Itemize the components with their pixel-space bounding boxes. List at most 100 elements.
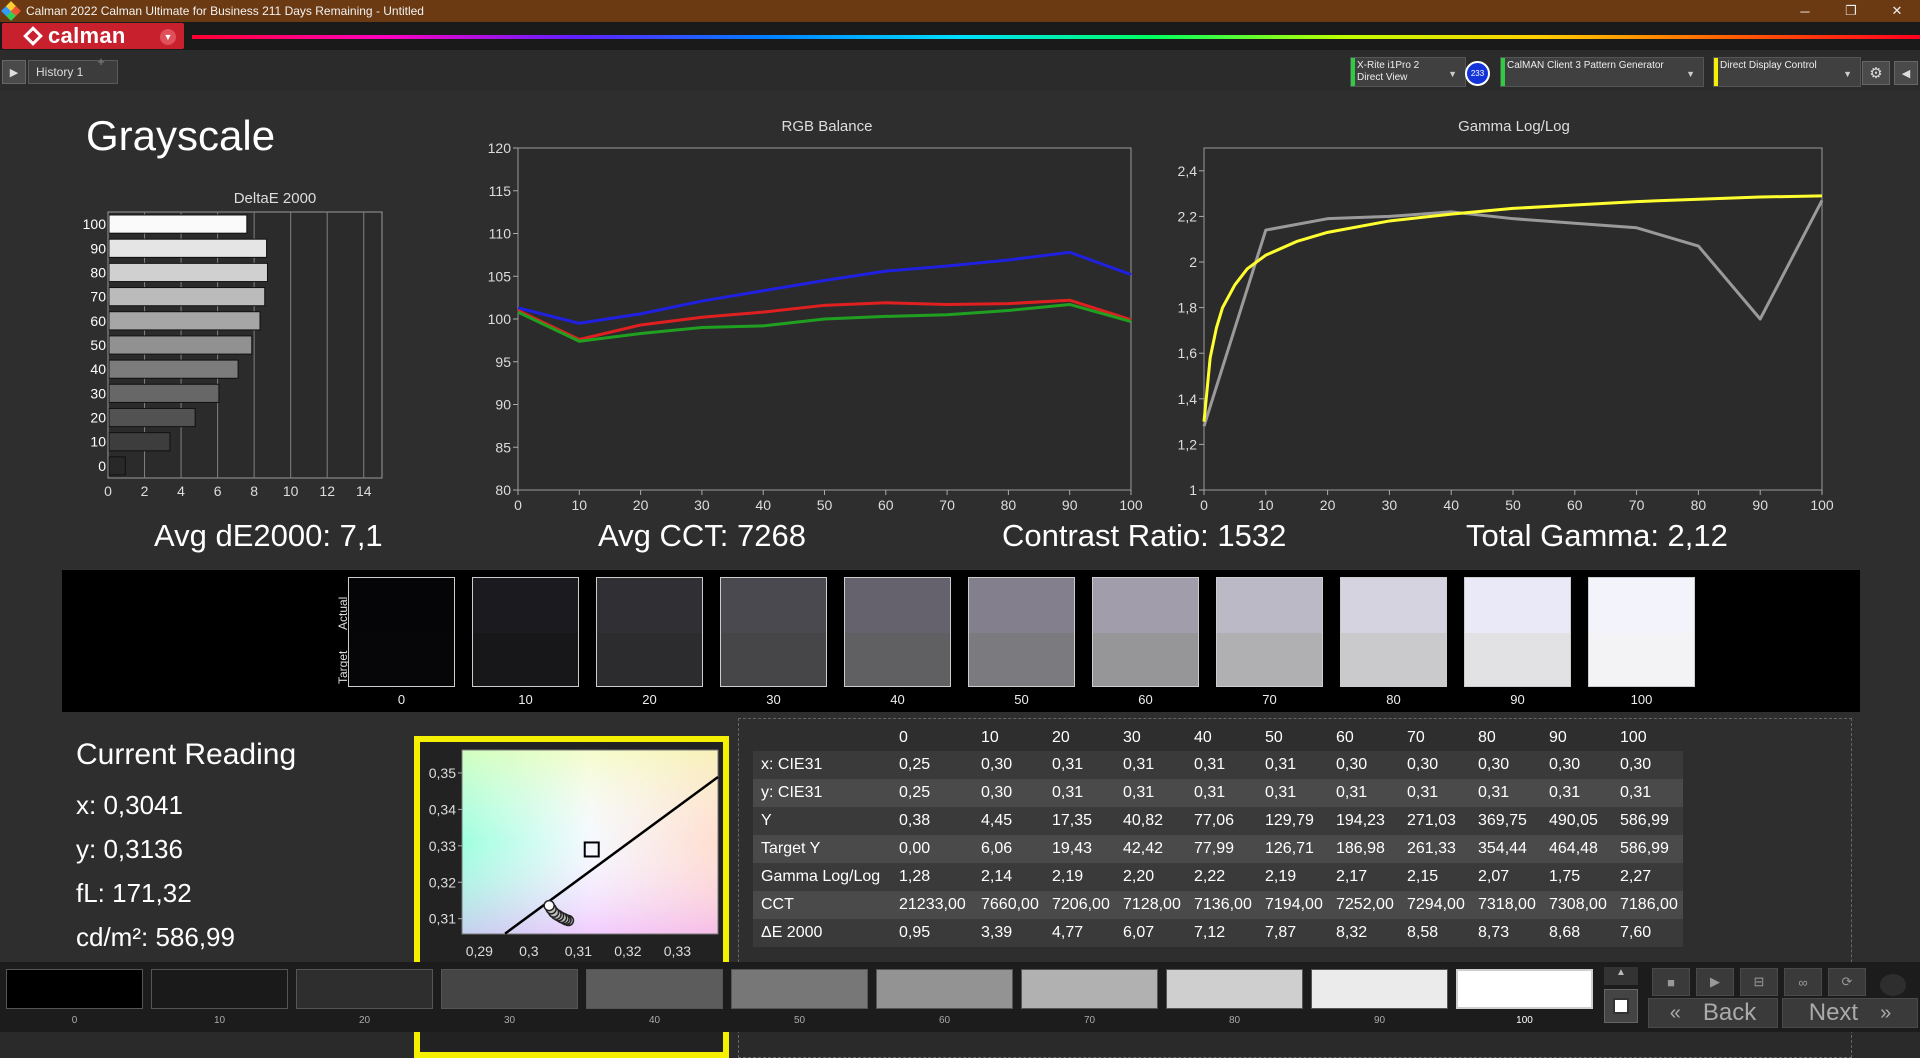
swatch-target	[597, 633, 702, 686]
gamma-x-tick: 60	[1567, 497, 1583, 510]
gamma-y-tick: 1,4	[1178, 391, 1198, 407]
table-cell: 7186,00	[1612, 891, 1683, 919]
table-cell: 0,38	[891, 807, 973, 835]
table-row: x: CIE31 0,25 0,30 0,31 0,31 0,31 0,31 0,30 0,30…	[753, 751, 1683, 779]
next-button[interactable]: Next »	[1782, 998, 1918, 1028]
patch-button[interactable]	[1021, 969, 1158, 1009]
gamma-summary: Total Gamma: 2,12	[1466, 518, 1728, 553]
table-row: Y 0,38 4,45 17,35 40,82 77,06 129,79 194,23 271,…	[753, 807, 1683, 835]
swatch-label: 60	[1138, 692, 1153, 707]
table-cell: 1,75	[1541, 863, 1612, 891]
table-cell: y: CIE31	[753, 779, 891, 807]
close-button[interactable]: ✕	[1874, 0, 1920, 22]
pattern-generator-selector[interactable]: CalMAN Client 3 Pattern Generator ▼	[1500, 57, 1704, 87]
deltae-bar	[108, 359, 239, 379]
save-icon[interactable]: ⊟	[1740, 968, 1778, 996]
swatch-label: 30	[766, 692, 781, 707]
rgb-x-tick: 10	[572, 497, 588, 510]
patch-button[interactable]	[151, 969, 288, 1009]
patch-button[interactable]	[876, 969, 1013, 1009]
gamma-chart: 0 10 20 30 40 50 60 70 80 90 100 1 1,2 1,4 1,6 1,8 2 2,2 2…	[1178, 147, 1834, 510]
back-button[interactable]: « Back	[1648, 998, 1778, 1028]
app-logo-icon	[1, 1, 21, 21]
swatch-target	[845, 633, 950, 686]
table-column-header: 40	[1194, 729, 1212, 746]
swatch-target	[473, 633, 578, 686]
deltae-x-tick: 8	[250, 483, 258, 499]
refresh-icon[interactable]: ⟳	[1828, 968, 1866, 996]
patch-button[interactable]	[1456, 969, 1593, 1009]
table-cell: 0,25	[891, 751, 973, 779]
pattern-generator-name: CalMAN Client 3 Pattern Generator	[1507, 60, 1664, 71]
collapse-panel-icon[interactable]: ◀	[1894, 61, 1918, 85]
loop-icon[interactable]: ∞	[1784, 968, 1822, 996]
table-cell: 7,87	[1257, 919, 1328, 947]
stop-button[interactable]	[1604, 989, 1638, 1023]
deltae-bar	[108, 214, 248, 234]
patch-button[interactable]	[731, 969, 868, 1009]
maximize-button[interactable]: ❐	[1828, 0, 1874, 22]
table-cell: 2,15	[1399, 863, 1470, 891]
deltae-bar	[108, 335, 253, 355]
patch-button[interactable]	[441, 969, 578, 1009]
workflow-page: Grayscale DeltaE 2000 0 2 4 6 8 10 12 14 100 90 80…	[0, 90, 1920, 1058]
deltae-x-tick: 10	[283, 483, 299, 499]
table-cell: 6,06	[973, 835, 1044, 863]
table-cell: 7,12	[1186, 919, 1257, 947]
display-control-selector[interactable]: Direct Display Control ▼	[1713, 57, 1861, 87]
table-cell: 2,20	[1115, 863, 1186, 891]
rgb-x-tick: 70	[939, 497, 955, 510]
swatch-label: 10	[518, 692, 533, 707]
cie-x-tick: 0,32	[614, 943, 641, 959]
table-cell: 2,22	[1186, 863, 1257, 891]
play-icon[interactable]: ▶	[1696, 968, 1734, 996]
patch-button[interactable]	[296, 969, 433, 1009]
table-cell: 186,98	[1328, 835, 1399, 863]
page-title: Grayscale	[86, 112, 276, 159]
gear-icon[interactable]: ⚙	[1862, 61, 1890, 85]
contrast-summary: Contrast Ratio: 1532	[1002, 518, 1287, 553]
table-row: y: CIE31 0,25 0,30 0,31 0,31 0,31 0,31 0,31 0,31…	[753, 779, 1683, 807]
table-cell: 8,32	[1328, 919, 1399, 947]
rgb-y-tick: 80	[495, 482, 511, 498]
meter-selector[interactable]: X-Rite i1Pro 2 Direct View ▼	[1350, 57, 1466, 87]
patch-button[interactable]	[586, 969, 723, 1009]
add-tab-button[interactable]: +	[92, 54, 110, 70]
table-cell: 0,31	[1399, 779, 1470, 807]
table-cell: 126,71	[1257, 835, 1328, 863]
table-row: CCT 21233,00 7660,00 7206,00 7128,00 7136,00 7…	[753, 891, 1683, 919]
swatch-panel: Actual Target 0 10 20 30 40 50 60 70 80 90 100	[62, 570, 1860, 712]
patch-button[interactable]	[6, 969, 143, 1009]
stop-measure-icon[interactable]: ■	[1652, 968, 1690, 996]
swatch-target	[1589, 633, 1694, 686]
meter-badge[interactable]: 233	[1465, 61, 1490, 86]
table-cell: 2,17	[1328, 863, 1399, 891]
table-cell: 7294,00	[1399, 891, 1470, 919]
cie-x-tick: 0,31	[565, 943, 592, 959]
gamma-y-tick: 2,4	[1178, 163, 1198, 179]
swatch	[1340, 577, 1447, 687]
table-cell: 0,31	[1044, 779, 1115, 807]
chevron-up-icon[interactable]: ▲	[1604, 967, 1638, 985]
table-cell: 2,27	[1612, 863, 1683, 891]
swatch-target	[1465, 633, 1570, 686]
gamma-x-tick: 0	[1200, 497, 1208, 510]
table-cell: Gamma Log/Log	[753, 863, 891, 891]
rgb-y-tick: 95	[495, 354, 511, 370]
deltae-category-label: 50	[90, 337, 106, 353]
minimize-button[interactable]: ─	[1782, 0, 1828, 22]
table-column-header: 20	[1052, 729, 1070, 746]
swatch	[1092, 577, 1199, 687]
patch-label: 40	[648, 1015, 661, 1026]
calman-menu-button[interactable]: calman ▼	[2, 23, 184, 49]
swatch-label: 100	[1630, 692, 1653, 707]
table-cell: 2,19	[1044, 863, 1115, 891]
deltae-bar	[108, 407, 196, 428]
play-icon[interactable]: ▶	[2, 60, 26, 84]
window-title: Calman 2022 Calman Ultimate for Business…	[26, 4, 424, 18]
swatch	[1464, 577, 1571, 687]
patch-button[interactable]	[1166, 969, 1303, 1009]
swatch-actual	[845, 578, 950, 633]
patch-button[interactable]	[1311, 969, 1448, 1009]
swatch-actual	[1589, 578, 1694, 633]
